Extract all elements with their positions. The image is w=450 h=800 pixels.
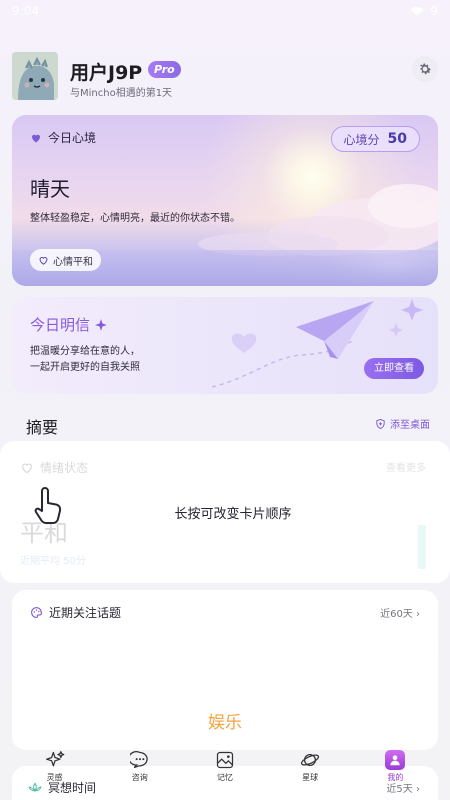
nav-item-planet[interactable]: 星球 xyxy=(280,750,340,788)
user-name: 用户J9P xyxy=(70,62,143,84)
nav-label: 灵感 xyxy=(46,773,63,782)
emotion-card[interactable]: 情绪状态 查看更多 平和 近期平均 50分 长按可改变卡片顺序 xyxy=(0,441,450,583)
letter-desc-line2: 一起开启更好的自我关照 xyxy=(30,362,140,373)
chevron-right-icon: › xyxy=(416,609,420,620)
heart-outline-icon xyxy=(39,256,48,265)
planet-icon xyxy=(301,753,320,767)
add-to-desktop-button[interactable]: 添至桌面 xyxy=(375,416,430,431)
status-bar: 9:04 9 xyxy=(0,0,450,22)
status-time: 9:04 xyxy=(12,4,39,18)
wifi-icon xyxy=(410,6,424,16)
view-now-button[interactable]: 立即查看 xyxy=(364,358,424,379)
gear-icon xyxy=(420,63,431,75)
topics-title-text: 近期关注话题 xyxy=(49,606,122,620)
chat-icon xyxy=(129,751,148,769)
letter-card[interactable]: 今日明信 把温暖分享给在意的人， 一起开启更好的自我关照 立即查看 xyxy=(12,297,438,394)
mood-card[interactable]: 今日心境 心境分 50 晴天 整体轻盈稳定，心情明亮，最近的你状态不错。 心情平… xyxy=(12,115,438,286)
summary-title: 摘要 xyxy=(26,418,59,437)
nav-item-inspiration[interactable]: 灵感 xyxy=(25,750,85,788)
mood-label-text: 今日心境 xyxy=(48,131,97,145)
letter-title-text: 今日明信 xyxy=(30,316,91,334)
nav-label: 咨询 xyxy=(131,773,148,782)
avatar[interactable] xyxy=(12,52,58,100)
user-subtitle: 与Mincho相遇的第1天 xyxy=(70,88,173,99)
emotion-title-text: 情绪状态 xyxy=(40,461,89,475)
nav-item-mine[interactable]: 我的 xyxy=(365,750,425,788)
mood-tag-text: 心情平和 xyxy=(53,256,93,268)
photo-icon xyxy=(216,751,234,769)
nav-label: 星球 xyxy=(302,773,319,782)
pro-badge: Pro xyxy=(148,61,181,78)
settings-button[interactable] xyxy=(412,56,438,82)
mood-score-label: 心境分 xyxy=(343,132,380,147)
shield-plus-icon xyxy=(376,418,385,429)
paper-plane-illustration xyxy=(211,299,423,388)
profile-icon xyxy=(385,750,406,770)
letter-title: 今日明信 xyxy=(30,314,108,335)
heart-outline-icon xyxy=(22,463,32,473)
mood-score-badge[interactable]: 心境分 50 xyxy=(330,126,420,152)
topics-card[interactable]: 近期关注话题 近60天 › 娱乐 xyxy=(12,590,438,750)
reorder-hint: 长按可改变卡片顺序 xyxy=(174,507,292,522)
mood-weather: 晴天 xyxy=(30,177,70,201)
add-to-desktop-label: 添至桌面 xyxy=(390,420,430,431)
sparkle-icon xyxy=(95,318,107,331)
emotion-title: 情绪状态 xyxy=(20,459,88,476)
emotion-more-link[interactable]: 查看更多 xyxy=(386,459,426,474)
mood-tag: 心情平和 xyxy=(30,249,101,271)
heart-icon xyxy=(32,134,40,142)
status-icons: 9 xyxy=(410,4,438,18)
mood-label: 今日心境 xyxy=(30,129,96,146)
person-icon xyxy=(390,755,401,766)
topic-item: 娱乐 xyxy=(208,713,242,733)
topics-title: 近期关注话题 xyxy=(30,604,121,621)
nav-item-consult[interactable]: 咨询 xyxy=(110,750,170,788)
mood-score-value: 50 xyxy=(387,131,407,147)
battery-level: 9 xyxy=(430,4,438,18)
mood-description: 整体轻盈稳定，心情明亮，最近的你状态不错。 xyxy=(30,213,240,224)
topics-range[interactable]: 近60天 › xyxy=(380,605,420,620)
nav-label: 我的 xyxy=(387,773,404,782)
palette-icon xyxy=(31,607,42,618)
sparkle-icon xyxy=(45,751,64,767)
topics-range-text: 近60天 xyxy=(380,609,413,620)
emotion-bar xyxy=(418,525,426,569)
nav-item-memory[interactable]: 记忆 xyxy=(195,750,255,788)
nav-label: 记忆 xyxy=(216,773,233,782)
emotion-subtext: 近期平均 50分 xyxy=(20,556,86,567)
bottom-nav: 灵感 咨询 记忆 星球 我的 xyxy=(12,750,438,788)
profile-header: 用户J9P Pro 与Mincho相遇的第1天 xyxy=(12,52,438,102)
letter-desc-line1: 把温暖分享给在意的人， xyxy=(30,346,140,357)
dinosaur-avatar-icon xyxy=(12,52,58,100)
letter-description: 把温暖分享给在意的人， 一起开启更好的自我关照 xyxy=(30,344,140,376)
